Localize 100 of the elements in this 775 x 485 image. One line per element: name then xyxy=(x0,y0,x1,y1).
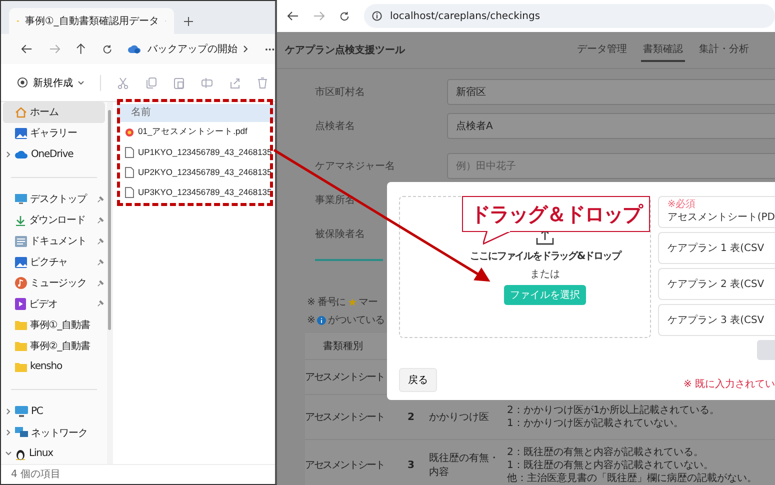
nav-tab[interactable]: 書類確認 xyxy=(641,38,685,62)
plus-circle-icon xyxy=(17,77,28,88)
sidebar-item[interactable]: ギャラリー xyxy=(3,122,105,144)
pin-icon xyxy=(97,196,104,203)
sidebar-item[interactable]: ドキュメント xyxy=(3,230,105,252)
pin-icon xyxy=(97,258,104,266)
sidebar-item[interactable]: ホーム xyxy=(3,102,105,123)
back-button[interactable]: 戻る xyxy=(399,368,437,392)
input-field[interactable]: 点検者A xyxy=(447,113,775,139)
file-icon xyxy=(125,146,134,158)
up-icon[interactable] xyxy=(76,43,86,55)
video-icon xyxy=(15,298,26,310)
sidebar-item[interactable]: ミュージック xyxy=(3,272,105,294)
column-header[interactable]: 名前 xyxy=(117,104,275,122)
back-icon[interactable] xyxy=(287,11,299,21)
input-field[interactable]: 新宿区 xyxy=(447,79,775,105)
cloud-icon xyxy=(15,150,28,159)
chevron-icon[interactable] xyxy=(6,429,10,436)
criteria-text: 2：かかりつけ医が1か所以上記載されている。 xyxy=(507,404,720,417)
url-text: localhost/careplans/checkings xyxy=(390,10,540,22)
slot-label: ケアプラン 1 表(CSV xyxy=(667,242,766,255)
cut-icon[interactable] xyxy=(117,76,129,88)
file-name[interactable]: UP1KYO_123456789_43_2468135 xyxy=(138,147,272,157)
file-icon xyxy=(125,166,134,178)
sidebar-label: ギャラリー xyxy=(30,127,78,140)
chevron-icon[interactable] xyxy=(4,451,12,456)
table-cell-text: 既往歴の有無・内容 xyxy=(428,452,500,479)
table-cell-text: アセスメントシート xyxy=(305,411,386,424)
sidebar-label: PC xyxy=(31,406,44,418)
sidebar-item[interactable]: OneDrive xyxy=(3,144,105,165)
field-label: ケアマネジャー名 xyxy=(315,160,396,173)
sidebar-label: ピクチャ xyxy=(30,256,69,270)
chevron-icon[interactable] xyxy=(6,150,10,158)
info-icon xyxy=(316,316,326,324)
nav-tab[interactable]: データ管理 xyxy=(575,38,629,62)
note-text: がついている xyxy=(328,314,384,327)
folder-tab[interactable]: 事例①_自動書類確認用データ xyxy=(9,8,174,34)
monitor-icon xyxy=(15,406,28,418)
refresh-icon[interactable] xyxy=(102,44,112,54)
table-cell-text: 2 xyxy=(406,412,416,422)
sidebar-label: ホーム xyxy=(30,106,60,120)
upload-icon xyxy=(536,229,554,245)
file-slot[interactable]: ケアプラン 2 表(CSV xyxy=(658,268,775,300)
input-field[interactable]: 例）田中花子 xyxy=(447,153,775,179)
document-icon xyxy=(15,236,27,247)
file-icon xyxy=(125,186,134,198)
sidebar-item[interactable]: ピクチャ xyxy=(3,252,105,273)
back-icon[interactable] xyxy=(21,44,33,54)
new-tab-icon[interactable] xyxy=(184,17,193,26)
file-slot[interactable]: ケアプラン 1 表(CSV xyxy=(658,232,775,264)
chevron-icon xyxy=(243,45,250,53)
table-cell-text: 3 xyxy=(406,460,416,470)
sidebar-item[interactable]: ビデオ xyxy=(3,294,105,314)
field-label: 市区町村名 xyxy=(315,86,366,99)
star-icon xyxy=(348,298,357,306)
file-slot[interactable]: ※必須 アセスメントシート(PD xyxy=(658,196,775,228)
music-icon xyxy=(15,277,27,290)
delete-icon[interactable] xyxy=(257,76,268,88)
rename-icon[interactable] xyxy=(201,76,213,88)
sidebar-item[interactable]: PC xyxy=(3,401,105,422)
address-text: バックアップの開始 xyxy=(147,42,238,56)
criteria-text: 1：既往歴の有無と内容が記載されていない。 xyxy=(507,458,714,472)
pin-icon xyxy=(97,216,104,224)
sidebar-item[interactable]: 事例①_自動書 xyxy=(3,314,105,336)
paste-icon[interactable] xyxy=(173,76,185,88)
forward-icon[interactable] xyxy=(313,11,325,21)
or-text: または xyxy=(530,268,560,281)
home-icon xyxy=(15,106,27,118)
table-cell-text: アセスメントシート xyxy=(305,459,386,472)
file-slot[interactable]: ケアプラン 3 表(CSV xyxy=(658,304,775,336)
copy-icon[interactable] xyxy=(145,76,157,88)
sidebar-item[interactable]: kensho xyxy=(3,356,105,378)
forward-icon[interactable] xyxy=(48,44,60,54)
download-icon xyxy=(15,214,26,226)
scrollbar[interactable] xyxy=(108,110,111,330)
sidebar-item[interactable]: 事例②_自動書 xyxy=(3,335,105,356)
file-name[interactable]: UP3KYO_123456789_43_2468135 xyxy=(138,187,272,197)
file-name[interactable]: UP2KYO_123456789_43_2468135 xyxy=(138,167,272,177)
status-text: 4 個の項目 xyxy=(1,464,275,484)
share-icon[interactable] xyxy=(229,76,241,88)
sidebar-item[interactable]: Linux xyxy=(3,443,105,464)
pin-icon xyxy=(97,238,104,245)
sidebar-label: OneDrive xyxy=(31,148,74,160)
picture-icon xyxy=(15,128,27,139)
sidebar-label: ダウンロード xyxy=(29,214,86,228)
slot-label: ケアプラン 3 表(CSV xyxy=(667,314,766,327)
field-label: 点検者名 xyxy=(315,120,356,133)
warning-text: ※ 既に入力されてい xyxy=(683,378,775,391)
file-name[interactable]: 01_アセスメントシート.pdf xyxy=(138,126,248,138)
address-bar[interactable]: localhost/careplans/checkings xyxy=(364,4,775,28)
sidebar-item[interactable]: ネットワーク xyxy=(3,422,105,444)
sidebar-item[interactable]: デスクトップ xyxy=(3,188,105,210)
chevron-icon[interactable] xyxy=(6,408,10,416)
nav-tab[interactable]: 集計・分析 xyxy=(697,38,751,62)
more-icon[interactable] xyxy=(265,48,275,50)
refresh-icon[interactable] xyxy=(339,10,350,22)
new-button[interactable]: 新規作成 xyxy=(17,76,84,90)
sidebar-item[interactable]: ダウンロード xyxy=(3,210,105,231)
sidebar-label: 事例①_自動書 xyxy=(30,318,91,332)
sidebar-label: Linux xyxy=(29,448,54,460)
